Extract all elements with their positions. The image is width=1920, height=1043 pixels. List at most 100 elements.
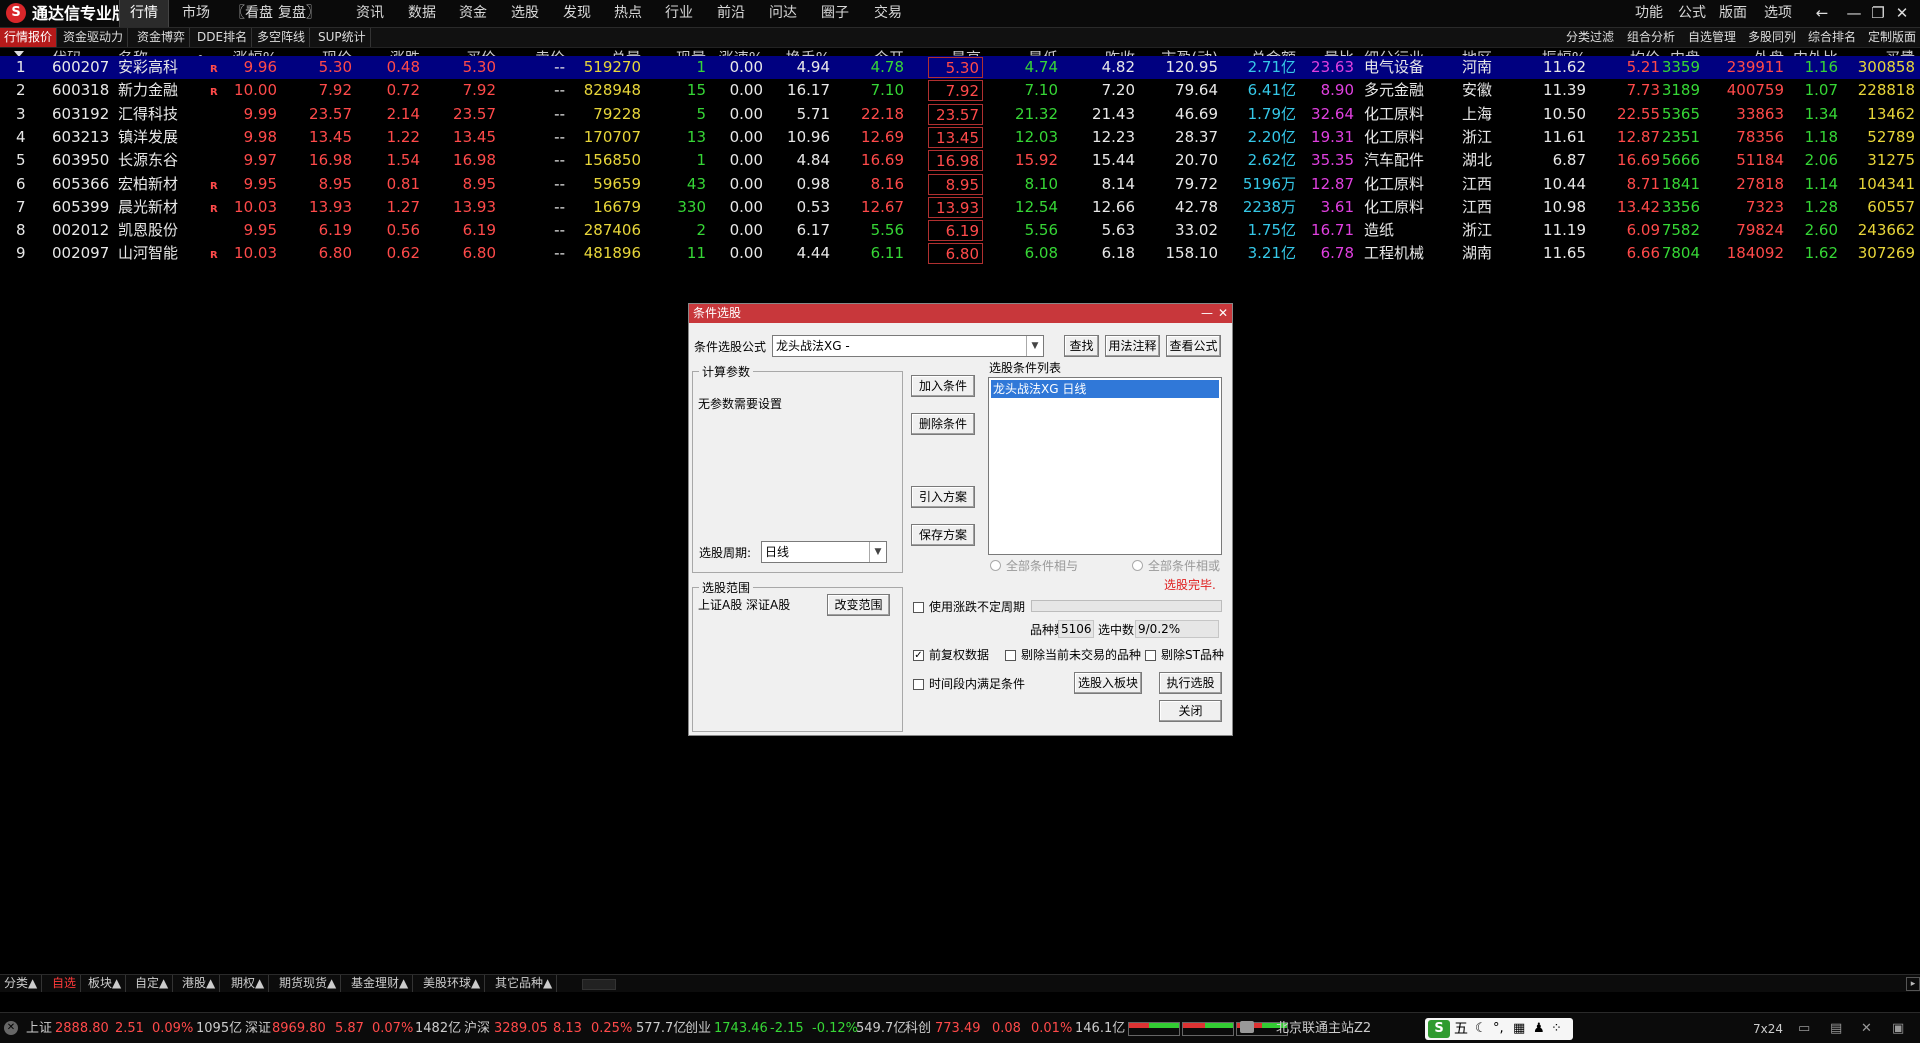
close-icon[interactable]: ✕ (1216, 304, 1230, 323)
ime-logo-icon[interactable]: S (1428, 1020, 1450, 1038)
minimize-icon[interactable]: — (1200, 304, 1214, 323)
keyboard-icon[interactable]: ▦ (1513, 1020, 1525, 1038)
cell-outer: 239911 (1726, 58, 1784, 76)
time-window-checkbox[interactable] (913, 679, 924, 690)
chevron-down-icon[interactable]: ▼ (869, 542, 886, 562)
cell-amplitude: 10.50 (1543, 104, 1586, 123)
cell-pct: 10.03 (234, 197, 277, 216)
cell-name: 凯恩股份 (118, 221, 179, 240)
table-row[interactable]: 6 605366 宏柏新材 R 9.95 8.95 0.81 8.95 -- 59659 43 0.0… (0, 173, 1920, 196)
bottom-tab-6[interactable]: 期货现货▲ (275, 975, 342, 992)
remove-st-checkbox[interactable] (1145, 650, 1156, 661)
condition-list[interactable]: 龙头战法XG 日线 (988, 377, 1222, 555)
index-sh-label[interactable]: 上证 (26, 1021, 52, 1037)
bottom-tab-0[interactable]: 分类▲ (0, 975, 43, 992)
cell-low: 8.10 (1024, 174, 1058, 193)
remove-untraded-checkbox[interactable] (1005, 650, 1016, 661)
remove-untraded-label: 剔除当前未交易的品种 (1021, 648, 1142, 662)
table-row[interactable]: 1 600207 安彩高科 R 9.96 5.30 0.48 5.30 -- 519270 1 0.0… (0, 56, 1920, 79)
index-sz-label[interactable]: 深证 (245, 1021, 271, 1037)
bottom-tab-3[interactable]: 自定▲ (131, 975, 174, 992)
find-button[interactable]: 查找 (1064, 335, 1099, 357)
cell-prev-close: 21.43 (1092, 104, 1135, 123)
dialog-title: 条件选股 (693, 306, 742, 320)
chevron-down-icon[interactable]: ▼ (1026, 336, 1043, 356)
cell-turnover: 6.17 (796, 221, 830, 240)
bottom-tab-8[interactable]: 美股环球▲ (419, 975, 486, 992)
change-range-button[interactable]: 改变范围 (827, 594, 890, 616)
import-plan-button[interactable]: 引入方案 (911, 486, 975, 508)
formula-value: 龙头战法XG - (776, 339, 850, 353)
radio-and[interactable] (990, 560, 1001, 571)
cell-high: 7.92 (928, 80, 983, 102)
save-plan-button[interactable]: 保存方案 (911, 524, 975, 546)
moon-icon[interactable]: ☾ (1475, 1020, 1487, 1038)
execute-button[interactable]: 执行选股 (1159, 672, 1222, 694)
settings-icon[interactable]: ▣ (1892, 1021, 1904, 1036)
table-row[interactable]: 3 603192 汇得科技 9.99 23.57 2.14 23.57 -- 79228 5 0.0… (0, 103, 1920, 126)
close-status-icon[interactable]: ✕ (4, 1021, 18, 1035)
cell-industry: 化工原料 (1364, 174, 1425, 193)
bottom-tab-2[interactable]: 板块▲ (84, 975, 127, 992)
add-condition-button[interactable]: 加入条件 (911, 375, 975, 397)
cell-bid-vol: 13462 (1867, 104, 1915, 123)
table-row[interactable]: 7 605399 晨光新材 R 10.03 13.93 1.27 13.93 -- 16679 33… (0, 196, 1920, 219)
news-7x24[interactable]: 7x24 (1753, 1021, 1783, 1037)
bottom-tab-1[interactable]: 自选 (48, 975, 82, 992)
index-cy-label[interactable]: 创业 (685, 1021, 711, 1037)
period-select[interactable]: 日线 ▼ (761, 541, 887, 563)
connection-icon[interactable] (1240, 1021, 1254, 1033)
bottom-tab-9[interactable]: 其它品种▲ (491, 975, 558, 992)
ime-toolbar[interactable]: S 五 ☾ °, ▦ ♟ ⁘ (1425, 1018, 1573, 1040)
index-sh-pct: 0.09% (152, 1021, 194, 1036)
condition-item[interactable]: 龙头战法XG 日线 (991, 380, 1219, 398)
remove-st-label: 剔除ST品种 (1161, 648, 1224, 662)
index-kc-label[interactable]: 科创 (905, 1021, 931, 1037)
server-name[interactable]: 北京联通主站Z2 (1276, 1021, 1371, 1037)
bottom-tab-7[interactable]: 基金理财▲ (347, 975, 414, 992)
apps-icon[interactable]: ⁘ (1551, 1020, 1562, 1038)
add-to-block-button[interactable]: 选股入板块 (1074, 672, 1142, 694)
cell-amount: 2.20亿 (1247, 127, 1296, 146)
punctuation-icon[interactable]: °, (1493, 1020, 1504, 1038)
gift-icon[interactable]: ▭ (1798, 1021, 1810, 1036)
table-row[interactable]: 9 002097 山河智能 R 10.03 6.80 0.62 6.80 -- 481896 11 0… (0, 242, 1920, 265)
ime-mode[interactable]: 五 (1454, 1020, 1468, 1038)
condition-list-label: 选股条件列表 (989, 361, 1062, 375)
index-cy-pct: -0.12% (812, 1021, 858, 1036)
index-kc-value: 773.49 (935, 1021, 981, 1036)
close-button[interactable]: 关闭 (1159, 700, 1222, 722)
cell-avg-price: 6.66 (1626, 244, 1660, 263)
bottom-tab-5[interactable]: 期权▲ (227, 975, 270, 992)
table-row[interactable]: 5 603950 长源东谷 9.97 16.98 1.54 16.98 -- 156850 1 0.… (0, 149, 1920, 172)
radio-or[interactable] (1132, 560, 1143, 571)
formula-select[interactable]: 龙头战法XG - ▼ (772, 335, 1044, 357)
table-row[interactable]: 8 002012 凯恩股份 9.95 6.19 0.56 6.19 -- 287406 2 0.00… (0, 219, 1920, 242)
uncertain-period-checkbox[interactable] (913, 602, 924, 613)
index-hs-label[interactable]: 沪深 (464, 1021, 490, 1037)
message-icon[interactable]: ▤ (1830, 1021, 1842, 1036)
delete-condition-button[interactable]: 删除条件 (911, 413, 975, 435)
pre-adjust-checkbox[interactable]: ✓ (913, 650, 924, 661)
cell-speed: 0.00 (729, 221, 763, 240)
dialog-titlebar[interactable]: 条件选股 — ✕ (689, 304, 1232, 323)
cell-high: 16.98 (928, 150, 983, 172)
cell-code: 600318 (52, 81, 110, 100)
cell-turnover: 4.94 (796, 58, 830, 76)
cell-bid: 23.57 (453, 104, 496, 123)
table-row[interactable]: 4 603213 镇洋发展 9.98 13.45 1.22 13.45 -- 170707 13 0… (0, 126, 1920, 149)
usage-notes-button[interactable]: 用法注释 (1105, 335, 1160, 357)
cell-price: 13.45 (309, 127, 352, 146)
scroll-right-icon[interactable]: ▸ (1906, 977, 1920, 991)
view-formula-button[interactable]: 查看公式 (1166, 335, 1221, 357)
cell-code: 002097 (52, 244, 110, 263)
user-icon[interactable]: ♟ (1533, 1020, 1545, 1038)
cell-bid-vol: 60557 (1867, 197, 1915, 216)
tab-scroll[interactable] (582, 979, 616, 990)
table-row[interactable]: 2 600318 新力金融 R 10.00 7.92 0.72 7.92 -- 828948 15 0… (0, 79, 1920, 102)
bottom-tab-4[interactable]: 港股▲ (178, 975, 221, 992)
mute-icon[interactable]: ✕ (1861, 1021, 1872, 1036)
cell-inner: 7804 (1661, 244, 1700, 263)
cell-industry: 化工原料 (1364, 127, 1425, 146)
cell-bid-vol: 243662 (1857, 221, 1915, 240)
